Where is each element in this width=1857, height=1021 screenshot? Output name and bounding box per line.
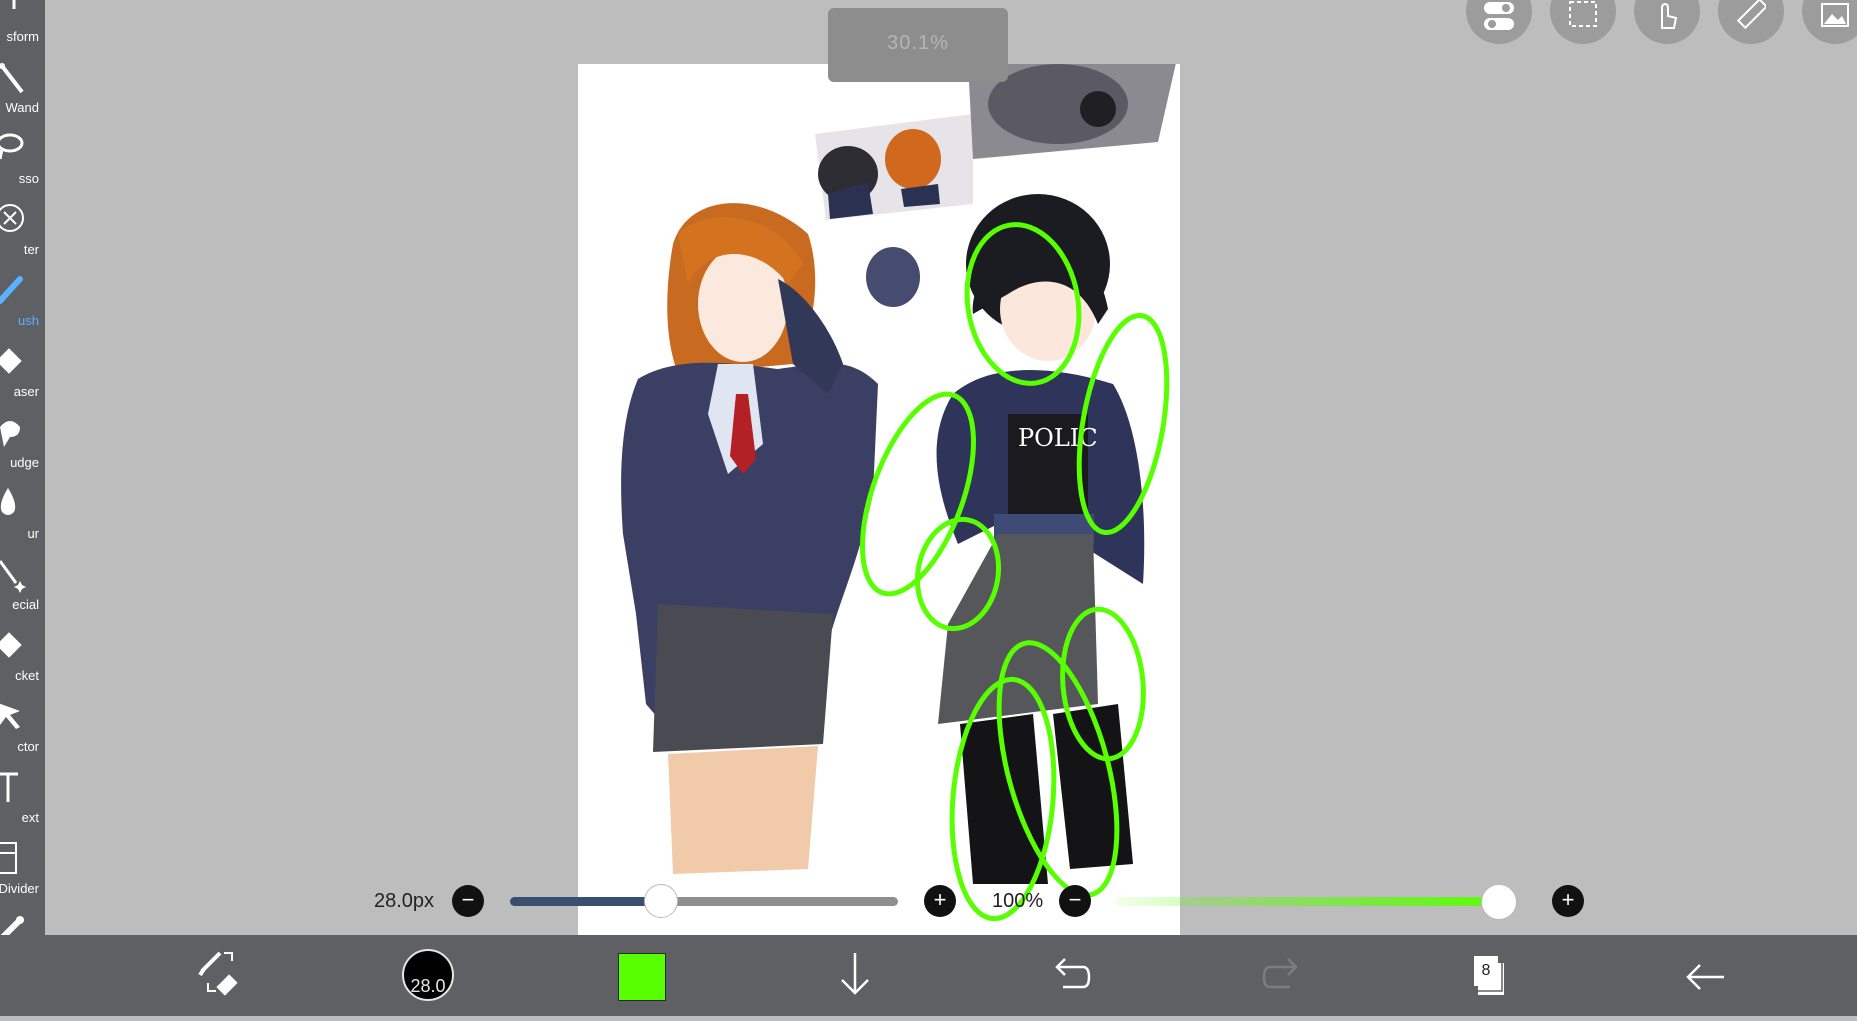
ruler-button[interactable] bbox=[1718, 0, 1784, 44]
eyedropper-icon bbox=[0, 910, 34, 935]
tool-special[interactable]: ecial bbox=[0, 553, 45, 625]
tool-label: cket bbox=[15, 668, 39, 683]
brush-preview-size: 28.0 bbox=[410, 976, 446, 996]
selection-button[interactable] bbox=[1550, 0, 1616, 44]
touch-icon bbox=[1661, 2, 1678, 29]
divider-icon bbox=[0, 839, 34, 879]
tool-filter[interactable]: ter bbox=[0, 198, 45, 270]
layer-down-button[interactable] bbox=[830, 935, 880, 1016]
brush-size-increase-button[interactable]: + bbox=[924, 885, 956, 917]
tool-selector[interactable]: ctor bbox=[0, 695, 45, 767]
touch-button[interactable] bbox=[1634, 0, 1700, 44]
tool-divider[interactable]: Divider bbox=[0, 837, 45, 909]
drawing-canvas[interactable]: POLIC bbox=[578, 64, 1180, 935]
tool-blur[interactable]: ur bbox=[0, 482, 45, 554]
filter-icon bbox=[0, 200, 34, 240]
eraser-icon bbox=[0, 342, 34, 382]
tool-transform[interactable]: sform bbox=[0, 0, 45, 57]
tool-label: ecial bbox=[12, 597, 39, 612]
brush-size-decrease-button[interactable]: − bbox=[452, 885, 484, 917]
back-button[interactable] bbox=[1680, 935, 1730, 1016]
tool-label: ter bbox=[23, 242, 39, 257]
bucket-icon bbox=[0, 626, 34, 666]
blur-icon bbox=[0, 484, 34, 524]
special-icon bbox=[0, 555, 34, 595]
opacity-slider[interactable] bbox=[1115, 884, 1517, 920]
tool-text[interactable]: ext bbox=[0, 766, 45, 838]
brush-size-fill bbox=[510, 897, 662, 906]
redo-button[interactable] bbox=[1258, 935, 1308, 1016]
reference-image-1 bbox=[815, 114, 973, 220]
bottom-toolbar: 28.0 8 bbox=[0, 935, 1857, 1016]
ruler-icon bbox=[1736, 0, 1766, 30]
gallery-button[interactable] bbox=[1802, 0, 1857, 44]
toggle-button[interactable] bbox=[1466, 0, 1532, 44]
tool-label: ur bbox=[27, 526, 39, 541]
swap-tool-button[interactable] bbox=[190, 935, 250, 1016]
color-picker-button[interactable] bbox=[618, 953, 666, 1001]
tool-label: ext bbox=[21, 810, 39, 825]
undo-button[interactable] bbox=[1045, 935, 1095, 1016]
tool-label: Wand bbox=[5, 100, 39, 115]
tool-label: aser bbox=[13, 384, 39, 399]
brush-icon bbox=[0, 271, 34, 311]
zoom-level-indicator: 30.1% bbox=[828, 8, 1008, 82]
selector-icon bbox=[0, 697, 34, 737]
layer-count: 8 bbox=[1474, 956, 1498, 986]
arrow-left-icon bbox=[1686, 964, 1724, 990]
redo-icon bbox=[1262, 958, 1298, 989]
tool-eyedropper[interactable]: opper bbox=[0, 908, 45, 935]
tool-label: ctor bbox=[17, 739, 39, 754]
svg-text:POLIC: POLIC bbox=[1018, 424, 1098, 452]
tool-label: Divider bbox=[0, 881, 39, 896]
tool-smudge[interactable]: udge bbox=[0, 411, 45, 483]
text-icon bbox=[0, 768, 34, 808]
undo-icon bbox=[1055, 958, 1091, 989]
smudge-icon bbox=[0, 413, 34, 453]
brush-size-slider[interactable] bbox=[510, 884, 898, 918]
selection-icon bbox=[1569, 1, 1597, 27]
tool-eraser[interactable]: aser bbox=[0, 340, 45, 412]
transform-icon bbox=[0, 0, 34, 27]
opacity-label: 100% bbox=[992, 890, 1044, 912]
tool-brush[interactable]: ush bbox=[0, 269, 45, 341]
tool-sidebar: sform Wand sso ter ush aser udge ur ecial cket cto… bbox=[0, 0, 45, 935]
tool-label: udge bbox=[10, 455, 39, 470]
lasso-icon bbox=[0, 129, 34, 169]
brush-eraser-swap-icon bbox=[198, 951, 238, 996]
artwork: POLIC bbox=[621, 64, 1176, 922]
brush-preview-button[interactable]: 28.0 bbox=[402, 949, 454, 1001]
character-left bbox=[621, 203, 878, 874]
magic-wand-icon bbox=[0, 58, 34, 98]
tool-bucket[interactable]: cket bbox=[0, 624, 45, 696]
arrow-down-icon bbox=[841, 953, 869, 995]
tool-magic-wand[interactable]: Wand bbox=[0, 56, 45, 128]
color-blob bbox=[866, 247, 920, 307]
layers-button[interactable]: 8 bbox=[1470, 935, 1520, 1016]
opacity-thumb[interactable] bbox=[1481, 884, 1517, 920]
opacity-increase-button[interactable]: + bbox=[1552, 885, 1584, 917]
tool-label: ush bbox=[18, 313, 39, 328]
opacity-decrease-button[interactable]: − bbox=[1059, 885, 1091, 917]
brush-size-label: 28.0px bbox=[374, 890, 435, 912]
gallery-icon bbox=[1821, 3, 1849, 27]
tool-lasso[interactable]: sso bbox=[0, 127, 45, 199]
tool-label: sso bbox=[18, 171, 39, 186]
toggle-icon bbox=[1484, 2, 1514, 30]
tool-label: sform bbox=[6, 29, 40, 44]
